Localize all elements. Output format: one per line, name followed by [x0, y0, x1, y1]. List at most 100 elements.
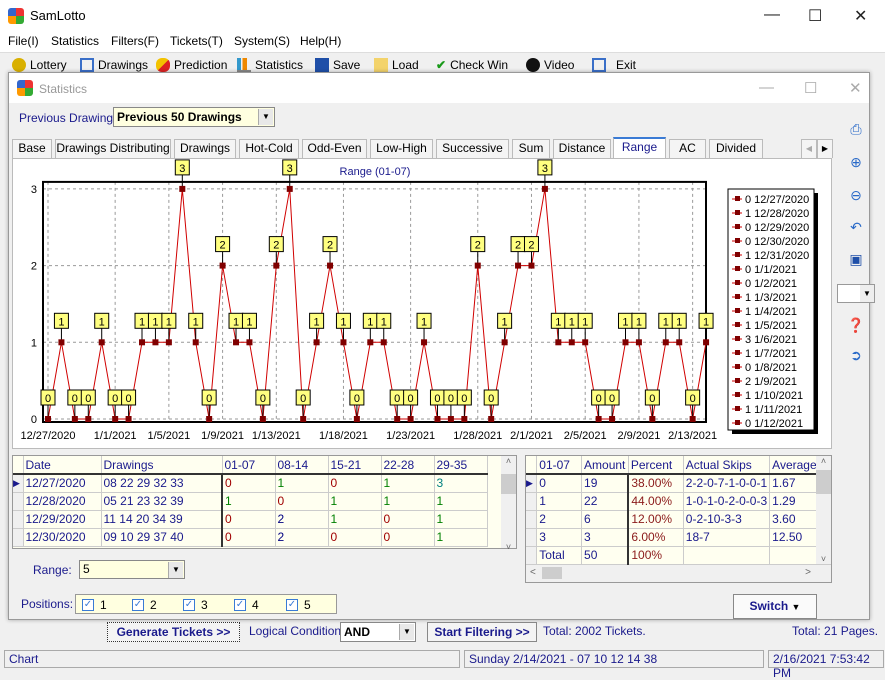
color-picker[interactable]: ▼ [837, 284, 875, 303]
logical-condition-select[interactable]: AND ▼ [340, 622, 416, 642]
row-selector[interactable] [526, 546, 538, 565]
tab-drawings-distributing[interactable]: Drawings Distributing [55, 139, 171, 158]
position-checkbox-2[interactable]: ✓ 2 [132, 598, 157, 612]
zoom-in-icon[interactable]: ⊕ [847, 154, 865, 172]
table-row[interactable]: ▶ 12/27/2020 08 22 29 32 33 0 1 0 1 3 [13, 474, 488, 493]
menu-file[interactable]: File(I) [8, 34, 39, 48]
checkbox-checked-icon: ✓ [132, 599, 144, 611]
position-checkbox-1[interactable]: ✓ 1 [82, 598, 107, 612]
position-checkbox-5[interactable]: ✓ 5 [286, 598, 311, 612]
tab-drawings[interactable]: Drawings [174, 139, 236, 158]
column-header[interactable]: Actual Skips [683, 456, 771, 475]
summary-horizontal-scrollbar[interactable]: ˂ ˃ [526, 565, 831, 582]
row-selector[interactable] [526, 492, 538, 511]
tab-scroll-left-button[interactable]: ◀ [801, 139, 817, 158]
previous-drawings-select[interactable]: Previous 50 Drawings ▼ [113, 107, 275, 127]
table-row[interactable]: ▶ 0 19 38.00% 2-2-0-7-1-0-0-1 1.67 [526, 474, 831, 493]
child-maximize-button[interactable]: ☐ [804, 79, 817, 97]
exit-icon[interactable]: ➲ [847, 347, 865, 365]
row-selector[interactable] [13, 510, 24, 529]
positions-label: Positions: [21, 597, 74, 611]
row-selector[interactable] [526, 510, 538, 529]
tab-successive[interactable]: Successive [436, 139, 509, 158]
drawings-vertical-scrollbar[interactable]: ˄ ˅ [501, 456, 516, 552]
printer-icon[interactable]: ⎙ [847, 121, 865, 139]
tab-divided[interactable]: Divided [709, 139, 763, 158]
toolbar-save-button[interactable]: Save [315, 58, 360, 72]
column-header[interactable]: Drawings [101, 456, 223, 475]
position-checkbox-4[interactable]: ✓ 4 [234, 598, 259, 612]
toolbar-lottery-button[interactable]: Lottery [12, 58, 67, 72]
start-filtering-button[interactable]: Start Filtering >> [427, 622, 537, 642]
table-row[interactable]: 2 6 12.00% 0-2-10-3-3 3.60 [526, 510, 831, 529]
table-row[interactable]: 12/29/2020 11 14 20 34 39 0 2 1 0 1 [13, 510, 488, 529]
tab-range[interactable]: Range [613, 137, 666, 158]
tab-sum[interactable]: Sum [512, 139, 550, 158]
save-icon[interactable]: ▣ [847, 251, 865, 269]
tab-base[interactable]: Base [12, 139, 52, 158]
close-button[interactable]: ✕ [854, 6, 867, 26]
table-row[interactable]: 3 3 6.00% 18-7 12.50 [526, 528, 831, 547]
tab-low-high[interactable]: Low-High [370, 139, 433, 158]
tab-odd-even[interactable]: Odd-Even [302, 139, 367, 158]
tab-distance[interactable]: Distance [553, 139, 611, 158]
menu-tickets[interactable]: Tickets(T) [170, 34, 223, 48]
toolbar-video-button[interactable]: Video [526, 58, 574, 72]
row-selector[interactable]: ▶ [526, 474, 538, 493]
menu-statistics[interactable]: Statistics [51, 34, 99, 48]
child-minimize-button[interactable]: — [759, 79, 774, 96]
row-selector[interactable] [13, 528, 24, 547]
x-tick-label: 1/23/2021 [386, 430, 435, 442]
column-header[interactable]: 01-07 [536, 456, 583, 475]
tab-scroll-right-button[interactable]: ▶ [817, 139, 833, 158]
data-label: 1 [233, 316, 239, 328]
data-point [703, 339, 710, 346]
tab-ac[interactable]: AC [669, 139, 706, 158]
table-cell: 12.00% [627, 510, 684, 529]
table-row[interactable]: 1 22 44.00% 1-0-1-0-2-0-0-3 1.29 [526, 492, 831, 511]
row-selector[interactable]: ▶ [13, 474, 24, 493]
data-label: 0 [434, 393, 440, 405]
table-row[interactable]: 12/28/2020 05 21 23 32 39 1 0 1 1 1 [13, 492, 488, 511]
zoom-out-icon[interactable]: ⊖ [847, 187, 865, 205]
summary-table: 01-07 Amount Percent Actual Skips Average S ▶… [526, 456, 831, 565]
switch-button[interactable]: Switch ▼ [733, 594, 817, 619]
help-icon[interactable]: ❓ [847, 317, 865, 335]
column-header[interactable]: 22-28 [381, 456, 435, 475]
row-selector[interactable] [526, 528, 538, 547]
minimize-button[interactable]: — [764, 6, 780, 24]
data-label: 0 [45, 393, 51, 405]
toolbar-prediction-button[interactable]: Prediction [156, 58, 227, 72]
column-header[interactable]: 29-35 [434, 456, 488, 475]
data-point [300, 416, 307, 422]
column-header[interactable]: 08-14 [275, 456, 329, 475]
column-header[interactable]: Percent [628, 456, 684, 475]
data-point [58, 339, 65, 346]
column-header[interactable]: Amount [581, 456, 629, 475]
table-row[interactable]: Total 50 100% [526, 546, 831, 565]
child-close-button[interactable]: ✕ [849, 79, 862, 97]
toolbar-exit-button[interactable]: Exit [592, 58, 636, 72]
menu-help[interactable]: Help(H) [300, 34, 341, 48]
data-point [152, 339, 159, 346]
column-header[interactable]: 01-07 [222, 456, 276, 475]
toolbar-statistics-button[interactable]: Statistics [237, 58, 303, 72]
toolbar-load-button[interactable]: Load [374, 58, 419, 72]
data-point [219, 262, 226, 269]
summary-vertical-scrollbar[interactable]: ˄ ˅ [816, 456, 831, 564]
menu-system[interactable]: System(S) [234, 34, 290, 48]
position-checkbox-3[interactable]: ✓ 3 [183, 598, 208, 612]
y-tick-label: 3 [31, 184, 37, 196]
table-row[interactable]: 12/30/2020 09 10 29 37 40 0 2 0 0 1 [13, 528, 488, 547]
undo-icon[interactable]: ↶ [847, 219, 865, 237]
menu-filters[interactable]: Filters(F) [111, 34, 159, 48]
maximize-button[interactable]: ☐ [808, 6, 822, 26]
generate-tickets-button[interactable]: Generate Tickets >> [107, 622, 240, 642]
row-selector[interactable] [13, 492, 24, 511]
toolbar-drawings-button[interactable]: Drawings [80, 58, 148, 72]
column-header[interactable]: Date [23, 456, 102, 475]
column-header[interactable]: 15-21 [328, 456, 382, 475]
range-select[interactable]: 5 ▼ [79, 560, 185, 579]
toolbar-checkwin-button[interactable]: ✔ Check Win [436, 58, 508, 72]
tab-hot-cold[interactable]: Hot-Cold [239, 139, 299, 158]
